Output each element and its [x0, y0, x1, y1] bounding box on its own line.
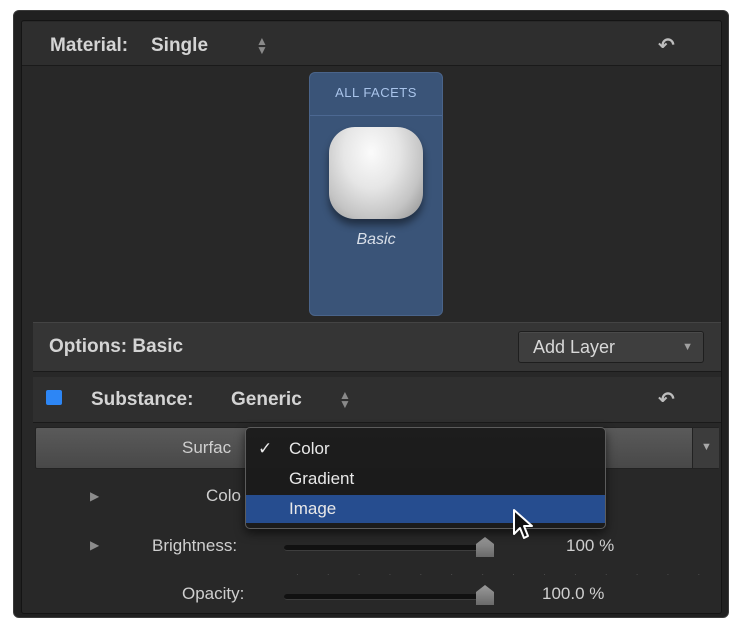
checkmark-icon: ✓	[258, 439, 273, 458]
opacity-label: Opacity:	[182, 584, 245, 603]
substance-reset-icon[interactable]: ↶	[658, 387, 675, 412]
chevron-down-icon: ▼	[701, 441, 712, 453]
brightness-value[interactable]: 100 %	[566, 536, 614, 556]
surface-label: Surfac	[182, 438, 232, 457]
surface-dropdown-menu: ✓ Color Gradient Image	[245, 427, 606, 529]
facet-divider	[310, 115, 442, 116]
substance-stepper-icon[interactable]: ▲ ▼	[339, 389, 351, 410]
substance-label: Substance:	[91, 389, 194, 410]
opacity-value[interactable]: 100.0 %	[542, 584, 604, 604]
material-label: Material:	[50, 35, 129, 56]
color-disclosure-icon[interactable]: ▶	[90, 489, 99, 503]
material-reset-icon[interactable]: ↶	[658, 33, 675, 58]
substance-enable-checkbox[interactable]	[46, 390, 62, 405]
facet-card-all[interactable]: ALL FACETS Basic	[309, 72, 443, 316]
options-label: Options: Basic	[49, 336, 184, 357]
chevron-down-icon: ▼	[682, 341, 693, 353]
brightness-disclosure-icon[interactable]: ▶	[90, 538, 99, 552]
menu-item-label: Image	[289, 499, 337, 518]
menu-item-gradient[interactable]: Gradient	[246, 465, 605, 493]
menu-item-label: Gradient	[289, 469, 355, 488]
material-value-popup[interactable]: Single	[151, 35, 208, 57]
surface-arrow[interactable]: ▼	[692, 428, 719, 468]
material-swatch	[329, 127, 423, 219]
add-layer-label: Add Layer	[533, 337, 616, 357]
mouse-pointer-icon	[513, 509, 533, 539]
brightness-slider[interactable]	[284, 545, 494, 551]
opacity-tick-marks: · · · · · · · · · · · · · ·	[296, 570, 714, 579]
menu-item-image[interactable]: Image	[246, 495, 605, 523]
substance-value-popup[interactable]: Generic	[231, 389, 302, 411]
menu-item-label: Color	[289, 439, 330, 458]
facet-name: Basic	[356, 231, 396, 248]
menu-item-color[interactable]: ✓ Color	[246, 435, 605, 463]
facet-title: ALL FACETS	[335, 85, 417, 100]
brightness-label: Brightness:	[152, 536, 238, 555]
opacity-slider[interactable]	[284, 594, 494, 600]
color-label: Colo	[206, 486, 241, 505]
add-layer-popup[interactable]: Add Layer ▼	[518, 331, 704, 363]
material-stepper-icon[interactable]: ▲ ▼	[256, 35, 268, 56]
